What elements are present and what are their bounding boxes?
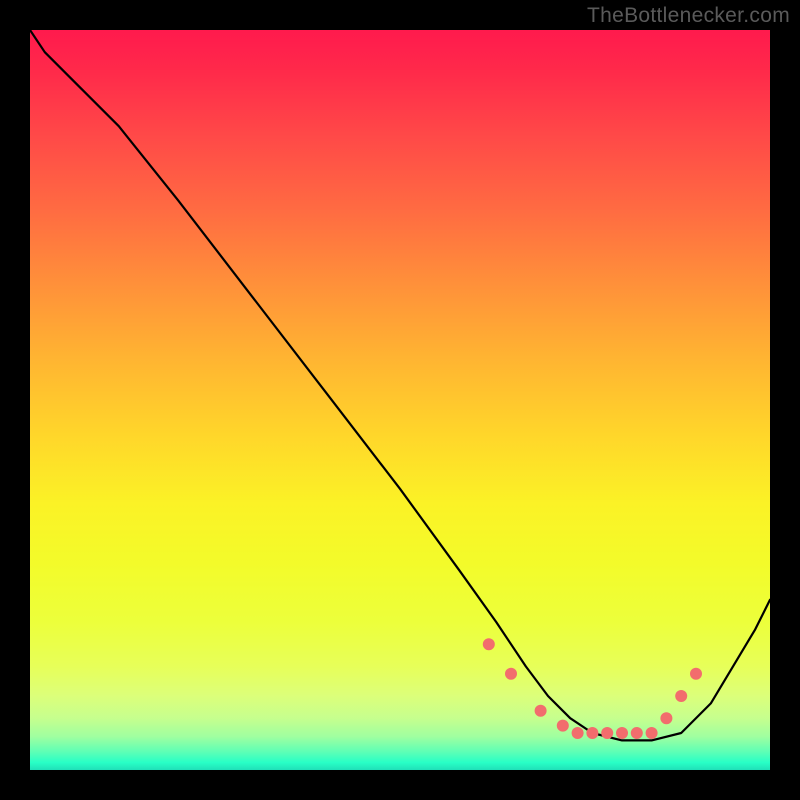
- marker-dot: [690, 668, 702, 680]
- marker-dot: [660, 712, 672, 724]
- marker-dot: [557, 720, 569, 732]
- marker-dot: [675, 690, 687, 702]
- marker-dot: [631, 727, 643, 739]
- marker-dot: [535, 705, 547, 717]
- marker-dot: [586, 727, 598, 739]
- marker-dot: [646, 727, 658, 739]
- plot-area: [30, 30, 770, 770]
- main-curve: [30, 30, 770, 740]
- marker-dot: [505, 668, 517, 680]
- chart-svg: [30, 30, 770, 770]
- chart-frame: TheBottlenecker.com: [0, 0, 800, 800]
- marker-dot: [483, 638, 495, 650]
- marker-dot: [572, 727, 584, 739]
- marker-dot: [601, 727, 613, 739]
- marker-dot: [616, 727, 628, 739]
- marker-group: [483, 638, 702, 739]
- watermark-text: TheBottlenecker.com: [587, 4, 790, 28]
